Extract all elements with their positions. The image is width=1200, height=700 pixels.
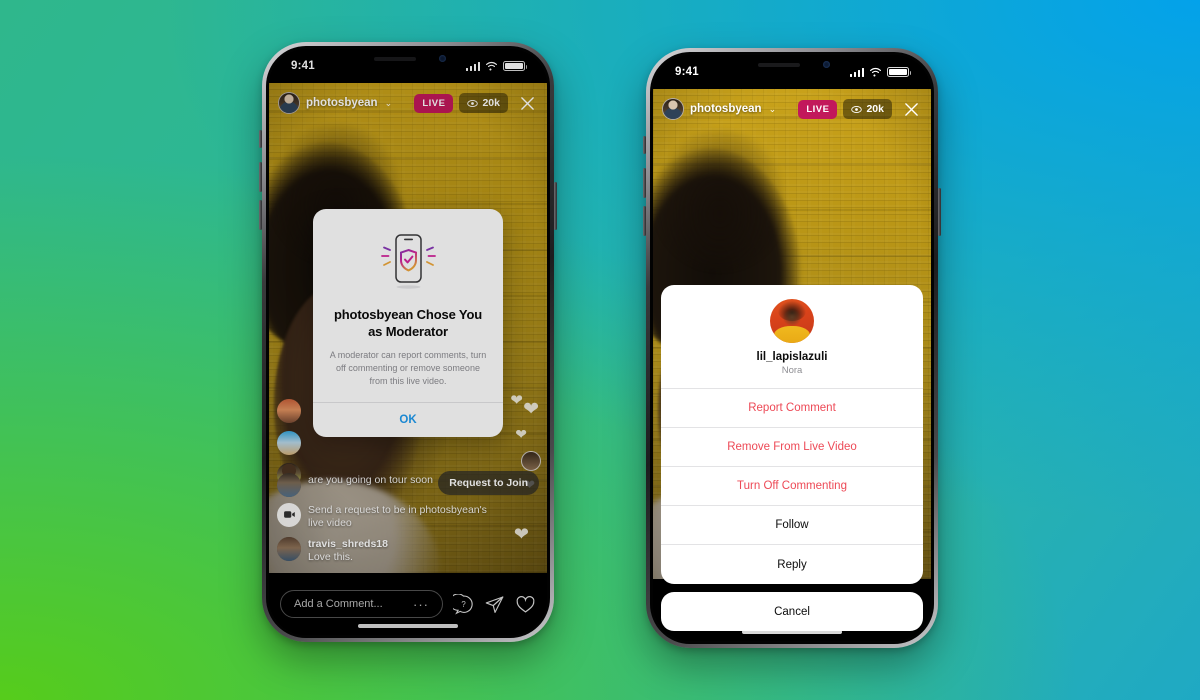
earpiece-speaker [758, 63, 800, 67]
reply-item[interactable]: Reply [661, 545, 923, 584]
live-header: photosbyean ⌄ LIVE 20k [653, 89, 931, 129]
volume-up-button[interactable] [643, 168, 646, 198]
viewer-count-badge[interactable]: 20k [843, 99, 892, 119]
wifi-icon [870, 67, 881, 77]
live-badge: LIVE [798, 99, 838, 119]
right-phone-screen: 9:41 photosbyean ⌄ LIVE 20k lil_lapislaz… [653, 55, 931, 641]
status-bar-time: 9:41 [675, 66, 699, 78]
left-phone-bezel: 9:41 photosbyean ⌄ LIVE 20k ❤ ❤ ❤ ❤ are … [266, 46, 550, 638]
left-phone-device: 9:41 photosbyean ⌄ LIVE 20k ❤ ❤ ❤ ❤ are … [259, 42, 557, 642]
cellular-signal-icon [849, 67, 864, 77]
volume-down-button[interactable] [643, 206, 646, 236]
battery-icon [887, 67, 911, 77]
viewer-count-value: 20k [866, 103, 884, 115]
close-icon[interactable] [900, 98, 922, 120]
chevron-down-icon[interactable]: ⌄ [769, 104, 777, 115]
cancel-button[interactable]: Cancel [661, 592, 923, 631]
volume-down-button[interactable] [259, 200, 262, 230]
broadcaster-avatar[interactable] [662, 98, 684, 120]
status-bar-indicators [849, 67, 911, 77]
action-sheet-display-name: Nora [781, 365, 803, 376]
turn-off-commenting-item[interactable]: Turn Off Commenting [661, 467, 923, 506]
volume-up-button[interactable] [259, 162, 262, 192]
right-phone-bezel: 9:41 photosbyean ⌄ LIVE 20k lil_lapislaz… [650, 52, 934, 644]
front-camera [823, 61, 830, 68]
report-comment-item[interactable]: Report Comment [661, 389, 923, 428]
broadcaster-username[interactable]: photosbyean [690, 103, 762, 115]
left-phone-screen: 9:41 photosbyean ⌄ LIVE 20k ❤ ❤ ❤ ❤ are … [269, 49, 547, 635]
action-sheet-header: lil_lapislazuli Nora [661, 285, 923, 389]
right-phone-device: 9:41 photosbyean ⌄ LIVE 20k lil_lapislaz… [643, 48, 941, 648]
silent-switch[interactable] [259, 130, 262, 148]
eye-icon [851, 105, 863, 113]
comment-action-sheet: lil_lapislazuli Nora Report Comment Remo… [661, 285, 923, 631]
silent-switch[interactable] [643, 136, 646, 154]
power-button[interactable] [938, 188, 941, 236]
action-sheet-username: lil_lapislazuli [756, 351, 828, 363]
power-button[interactable] [554, 182, 557, 230]
remove-from-live-video-item[interactable]: Remove From Live Video [661, 428, 923, 467]
notch [740, 55, 844, 77]
action-sheet-panel: lil_lapislazuli Nora Report Comment Remo… [661, 285, 923, 584]
follow-item[interactable]: Follow [661, 506, 923, 545]
modal-scrim [269, 49, 547, 635]
avatar [770, 299, 814, 343]
screenshot-stage: 9:41 photosbyean ⌄ LIVE 20k ❤ ❤ ❤ ❤ are … [0, 0, 1200, 700]
